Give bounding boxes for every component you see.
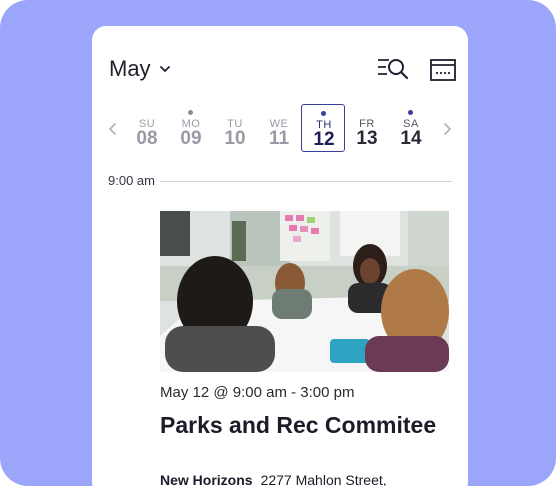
filter-search-icon [378,59,409,80]
month-selector[interactable]: May [109,56,171,82]
calendar-header: May [92,26,468,116]
event-dot [188,110,193,115]
event-title[interactable]: Parks and Rec Commitee [160,412,450,439]
time-divider [160,181,452,182]
day-number: 13 [356,128,378,149]
calendar-view-button[interactable] [430,58,456,82]
day-monday[interactable]: MO 09 [169,104,213,152]
calendar-card: May SU 08 MO 09 TU 10 WE 11 TH 12 FR 13 … [92,26,468,486]
event-dot [408,110,413,115]
day-thursday-selected[interactable]: TH 12 [301,104,345,152]
day-number: 10 [224,128,246,149]
event-datetime: May 12 @ 9:00 am - 3:00 pm [160,384,355,401]
time-label: 9:00 am [108,173,155,188]
event-dot [321,111,326,116]
chevron-right-icon[interactable] [441,122,453,136]
chevron-left-icon[interactable] [107,122,119,136]
day-number: 14 [400,128,422,149]
day-sunday[interactable]: SU 08 [125,104,169,152]
day-saturday[interactable]: SA 14 [389,104,433,152]
day-friday[interactable]: FR 13 [345,104,389,152]
calendar-icon [430,59,456,81]
day-tuesday[interactable]: TU 10 [213,104,257,152]
day-number: 09 [180,128,202,149]
day-wednesday[interactable]: WE 11 [257,104,301,152]
month-label: May [109,56,151,81]
event-photo[interactable] [160,211,449,372]
event-location: New Horizons 2277 Mahlon Street, [160,472,460,486]
chevron-down-icon [159,66,170,72]
event-address: 2277 Mahlon Street, [260,472,387,486]
filter-search-button[interactable] [377,57,409,81]
week-strip: SU 08 MO 09 TU 10 WE 11 TH 12 FR 13 SA 1… [92,104,468,154]
time-slot: 9:00 am [108,173,452,189]
day-number: 08 [136,128,158,149]
day-number: 12 [313,129,335,150]
day-number: 11 [268,128,290,149]
event-venue[interactable]: New Horizons [160,472,253,486]
meeting-photo-illustration [160,211,449,372]
